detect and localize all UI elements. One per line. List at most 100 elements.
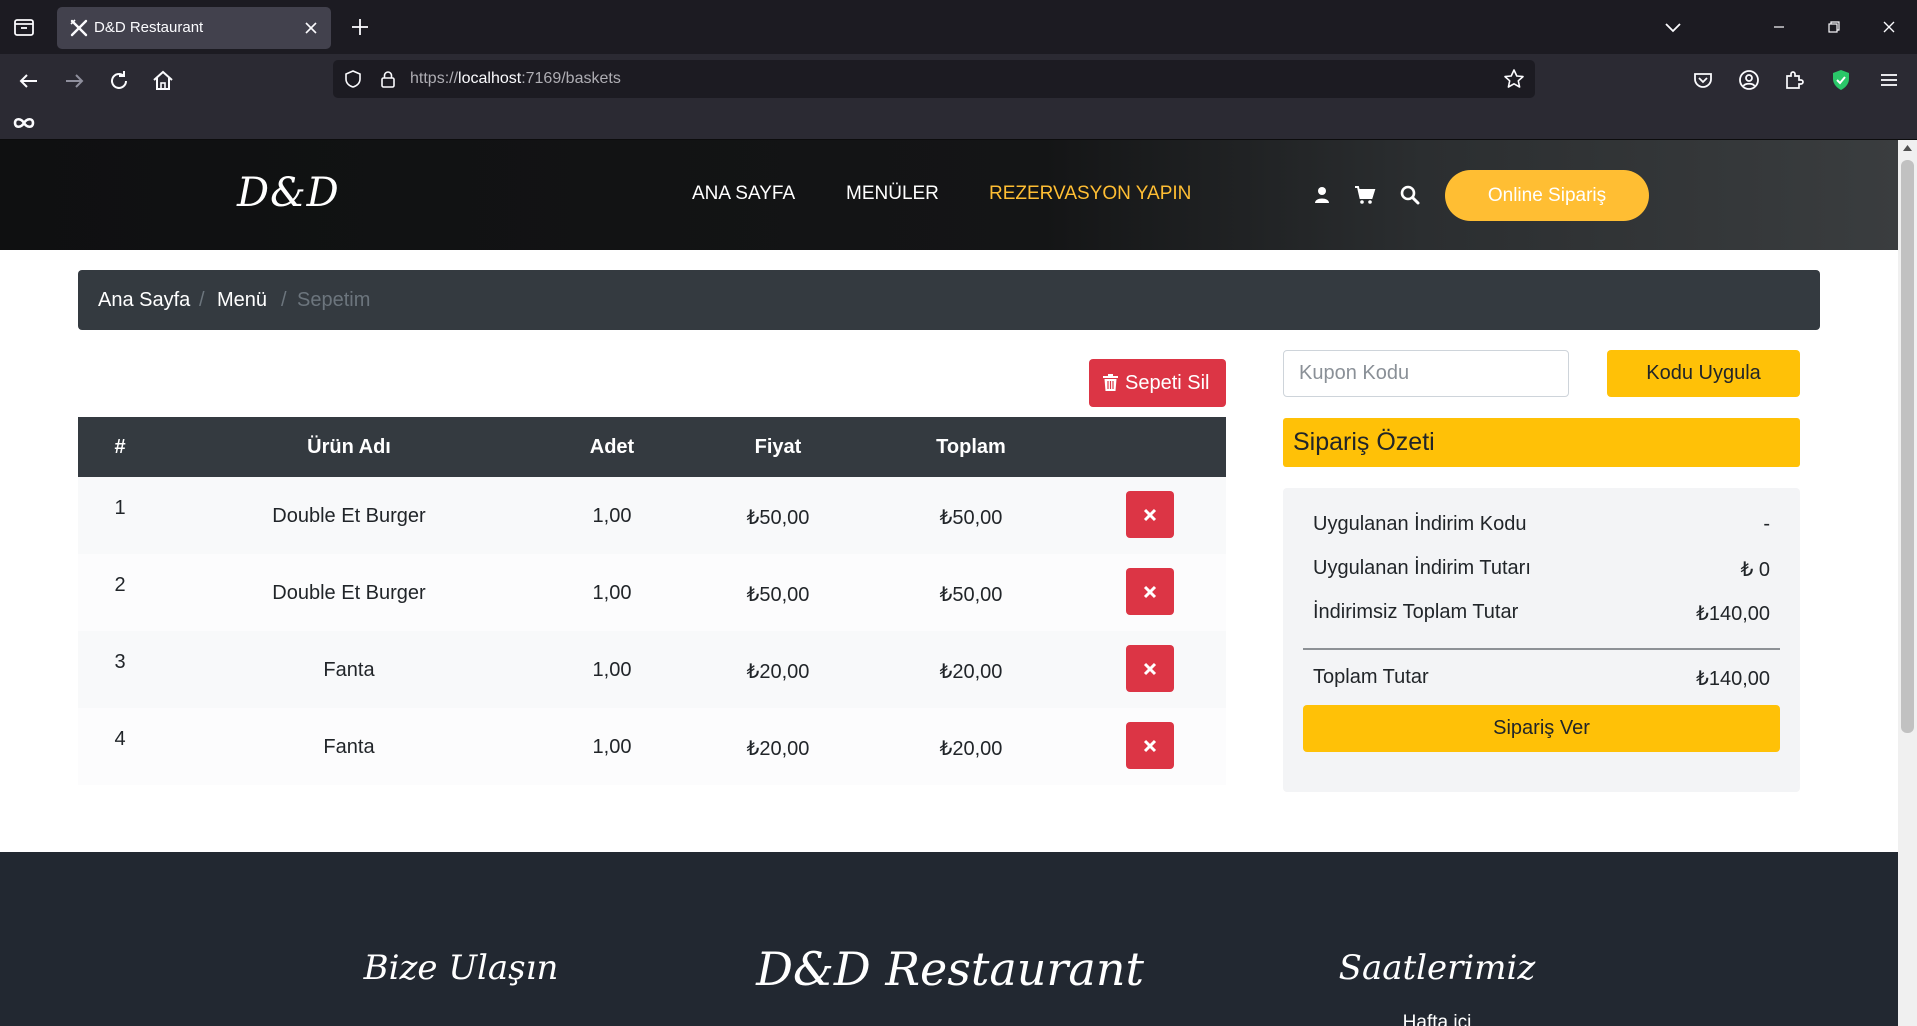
product-name: Double Et Burger bbox=[272, 505, 426, 527]
row-total: ₺50,00 bbox=[939, 584, 1003, 606]
tab-title: D&D Restaurant bbox=[94, 19, 204, 36]
discount-amount-value: ₺ 0 bbox=[1740, 559, 1770, 581]
close-icon bbox=[1143, 508, 1157, 522]
coupon-code-input[interactable] bbox=[1283, 350, 1569, 397]
total-label: Toplam Tutar bbox=[1313, 666, 1429, 688]
footer-contact-heading: Bize Ulaşın bbox=[363, 948, 559, 988]
discount-code-label: Uygulanan İndirim Kodu bbox=[1313, 513, 1527, 535]
account-icon[interactable] bbox=[1736, 67, 1762, 93]
column-header-number: # bbox=[114, 436, 126, 458]
nav-home[interactable]: ANA SAYFA bbox=[692, 183, 795, 205]
breadcrumb-menu[interactable]: Menü bbox=[217, 289, 267, 312]
product-name: Double Et Burger bbox=[272, 582, 426, 604]
page-content: D&D ANA SAYFA MENÜLER REZERVASYON YAPIN … bbox=[0, 140, 1898, 1026]
extensions-icon[interactable] bbox=[1781, 67, 1807, 93]
lock-icon[interactable] bbox=[378, 69, 398, 89]
close-icon bbox=[1143, 739, 1157, 753]
browser-nav-bar: https://localhost:7169/baskets bbox=[0, 54, 1917, 106]
page-scrollbar[interactable] bbox=[1898, 140, 1917, 1026]
cart-table: # Ürün Adı Adet Fiyat Toplam 1 Double Et… bbox=[78, 417, 1226, 785]
breadcrumb: Ana Sayfa / Menü / Sepetim bbox=[78, 270, 1820, 330]
close-icon bbox=[1143, 662, 1157, 676]
row-number: 2 bbox=[114, 574, 126, 596]
fork-knife-icon bbox=[70, 19, 88, 37]
row-total: ₺50,00 bbox=[939, 507, 1003, 529]
chevron-down-icon[interactable] bbox=[1661, 15, 1685, 39]
url-bar[interactable]: https://localhost:7169/baskets bbox=[333, 60, 1535, 98]
close-icon bbox=[1143, 585, 1157, 599]
site-header: D&D ANA SAYFA MENÜLER REZERVASYON YAPIN … bbox=[0, 140, 1898, 250]
back-arrow-icon[interactable] bbox=[16, 68, 42, 94]
order-summary-box: Uygulanan İndirim Kodu - Uygulanan İndir… bbox=[1283, 488, 1800, 792]
infinity-icon[interactable] bbox=[12, 113, 36, 133]
online-order-button[interactable]: Online Sipariş bbox=[1445, 170, 1649, 221]
row-number: 3 bbox=[114, 651, 126, 673]
new-tab-icon[interactable] bbox=[348, 15, 372, 39]
product-name: Fanta bbox=[323, 736, 375, 758]
remove-item-button[interactable] bbox=[1126, 491, 1174, 538]
footer-brand-heading: D&D Restaurant bbox=[756, 942, 1144, 996]
price: ₺50,00 bbox=[746, 584, 810, 606]
price: ₺50,00 bbox=[746, 507, 810, 529]
quantity: 1,00 bbox=[592, 505, 632, 527]
table-row: 1 Double Et Burger 1,00 ₺50,00 ₺50,00 bbox=[78, 477, 1226, 554]
table-header: # Ürün Adı Adet Fiyat Toplam bbox=[78, 417, 1226, 477]
clear-cart-button[interactable]: Sepeti Sil bbox=[1089, 359, 1226, 407]
breadcrumb-separator: / bbox=[199, 289, 205, 311]
scroll-up-arrow-icon[interactable] bbox=[1902, 144, 1913, 152]
order-summary-title: Sipariş Özeti bbox=[1283, 418, 1800, 467]
subtotal-value: ₺140,00 bbox=[1696, 603, 1770, 625]
discount-code-value: - bbox=[1763, 513, 1770, 535]
subtotal-label: İndirimsiz Toplam Tutar bbox=[1313, 601, 1519, 623]
price: ₺20,00 bbox=[746, 661, 810, 683]
cart-icon[interactable] bbox=[1354, 184, 1376, 206]
browser-tab-active[interactable]: D&D Restaurant bbox=[57, 7, 331, 49]
tab-list-icon[interactable] bbox=[12, 15, 36, 39]
browser-tab-bar: D&D Restaurant bbox=[0, 0, 1917, 54]
row-total: ₺20,00 bbox=[939, 738, 1003, 760]
row-number: 1 bbox=[114, 497, 126, 519]
summary-divider bbox=[1303, 648, 1780, 650]
minimize-icon[interactable] bbox=[1766, 14, 1792, 40]
column-header-quantity: Adet bbox=[589, 436, 635, 458]
restore-icon[interactable] bbox=[1821, 14, 1847, 40]
clear-cart-label: Sepeti Sil bbox=[1125, 372, 1210, 394]
footer-hours-heading: Saatlerimiz bbox=[1338, 948, 1536, 988]
nav-reservation[interactable]: REZERVASYON YAPIN bbox=[989, 183, 1191, 205]
price: ₺20,00 bbox=[746, 738, 810, 760]
table-row: 2 Double Et Burger 1,00 ₺50,00 ₺50,00 bbox=[78, 554, 1226, 631]
scrollbar-thumb[interactable] bbox=[1901, 160, 1914, 733]
place-order-button[interactable]: Sipariş Ver bbox=[1303, 705, 1780, 752]
remove-item-button[interactable] bbox=[1126, 568, 1174, 615]
site-footer: Bize Ulaşın D&D Restaurant Saatlerimiz H… bbox=[0, 852, 1898, 1026]
trash-icon bbox=[1103, 374, 1118, 391]
close-tab-icon[interactable] bbox=[301, 18, 321, 38]
user-icon[interactable] bbox=[1311, 184, 1333, 206]
breadcrumb-home[interactable]: Ana Sayfa bbox=[98, 289, 190, 312]
row-total: ₺20,00 bbox=[939, 661, 1003, 683]
adblock-shield-icon[interactable] bbox=[1828, 67, 1854, 93]
total-value: ₺140,00 bbox=[1696, 668, 1770, 690]
reload-icon[interactable] bbox=[106, 68, 132, 94]
column-header-price: Fiyat bbox=[754, 436, 802, 458]
quantity: 1,00 bbox=[592, 659, 632, 681]
brand-logo[interactable]: D&D bbox=[237, 170, 340, 216]
search-icon[interactable] bbox=[1399, 184, 1421, 206]
remove-item-button[interactable] bbox=[1126, 722, 1174, 769]
nav-menus[interactable]: MENÜLER bbox=[846, 183, 939, 205]
forward-arrow-icon[interactable] bbox=[61, 68, 87, 94]
apply-coupon-button[interactable]: Kodu Uygula bbox=[1607, 350, 1800, 397]
row-number: 4 bbox=[114, 728, 126, 750]
breadcrumb-separator: / bbox=[281, 289, 287, 311]
close-window-icon[interactable] bbox=[1876, 14, 1902, 40]
remove-item-button[interactable] bbox=[1126, 645, 1174, 692]
breadcrumb-current: Sepetim bbox=[297, 289, 371, 311]
discount-amount-label: Uygulanan İndirim Tutarı bbox=[1313, 557, 1531, 579]
menu-icon[interactable] bbox=[1876, 67, 1902, 93]
column-header-product: Ürün Adı bbox=[307, 436, 391, 458]
url-text: https://localhost:7169/baskets bbox=[410, 70, 621, 87]
shield-icon[interactable] bbox=[343, 69, 363, 89]
bookmark-star-icon[interactable] bbox=[1503, 68, 1525, 90]
pocket-icon[interactable] bbox=[1690, 67, 1716, 93]
home-icon[interactable] bbox=[150, 68, 176, 94]
